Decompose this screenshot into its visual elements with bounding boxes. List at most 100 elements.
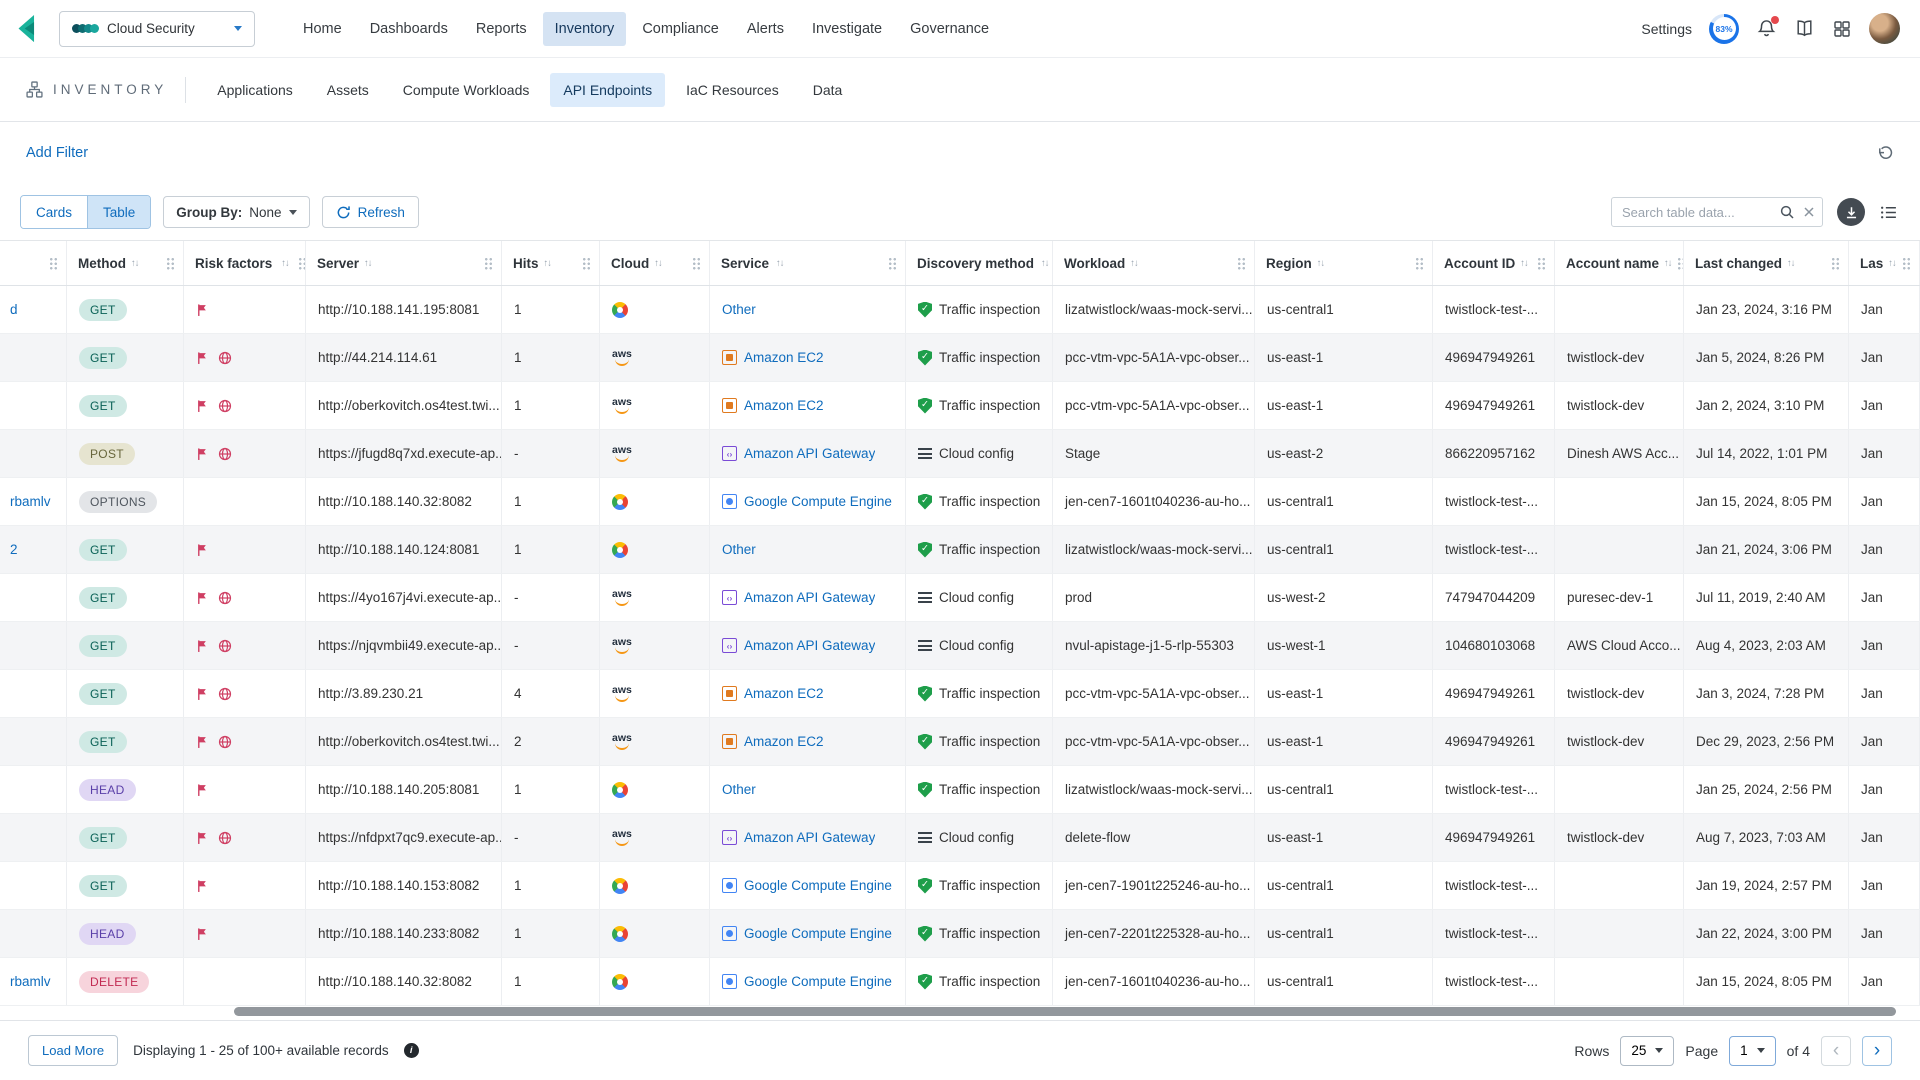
sort-icon[interactable] (1130, 258, 1138, 269)
sort-icon[interactable] (776, 258, 784, 269)
table-row[interactable]: GET (0, 670, 1920, 718)
table-row[interactable]: GET (0, 718, 1920, 766)
table-view-button[interactable]: Table (87, 196, 150, 228)
col-workload[interactable]: Workload (1053, 241, 1255, 285)
service-link[interactable]: Amazon EC2 (744, 350, 824, 365)
service-link[interactable]: Amazon API Gateway (744, 830, 875, 845)
risk-unprotected-flag-icon[interactable] (196, 879, 209, 893)
load-more-button[interactable]: Load More (28, 1035, 118, 1066)
table-row[interactable]: rbamlv DELETE (0, 958, 1920, 1006)
settings-link[interactable]: Settings (1641, 21, 1692, 37)
col-account-name[interactable]: Account name (1555, 241, 1684, 285)
nav-governance[interactable]: Governance (898, 12, 1001, 46)
table-row[interactable]: GET (0, 574, 1920, 622)
endpoint-path-link[interactable]: rbamlv (10, 974, 51, 989)
risk-unprotected-flag-icon[interactable] (196, 831, 209, 845)
risk-unprotected-flag-icon[interactable] (196, 735, 209, 749)
sort-icon[interactable] (364, 258, 372, 269)
tab-data[interactable]: Data (800, 73, 856, 107)
risk-internet-exposed-globe-icon[interactable] (218, 687, 232, 701)
service-link[interactable]: Amazon EC2 (744, 734, 824, 749)
sort-icon[interactable] (281, 258, 289, 269)
col-service[interactable]: Service (710, 241, 906, 285)
risk-unprotected-flag-icon[interactable] (196, 543, 209, 557)
refresh-button[interactable]: Refresh (322, 196, 419, 228)
tab-applications[interactable]: Applications (204, 73, 306, 107)
col-cloud[interactable]: Cloud (600, 241, 710, 285)
col-last-seen[interactable]: Las (1849, 241, 1920, 285)
drag-handle-icon[interactable] (1237, 257, 1246, 270)
risk-internet-exposed-globe-icon[interactable] (218, 351, 232, 365)
service-link[interactable]: Google Compute Engine (744, 926, 892, 941)
rows-per-page-select[interactable]: 25 (1620, 1036, 1674, 1066)
table-row[interactable]: HEAD (0, 766, 1920, 814)
table-row[interactable]: GET (0, 334, 1920, 382)
col-method[interactable]: Method (67, 241, 184, 285)
service-link[interactable]: Amazon API Gateway (744, 590, 875, 605)
risk-internet-exposed-globe-icon[interactable] (218, 639, 232, 653)
risk-unprotected-flag-icon[interactable] (196, 639, 209, 653)
drag-handle-icon[interactable] (1537, 257, 1546, 270)
risk-unprotected-flag-icon[interactable] (196, 447, 209, 461)
sort-icon[interactable] (544, 258, 552, 269)
nav-reports[interactable]: Reports (464, 12, 539, 46)
nav-investigate[interactable]: Investigate (800, 12, 894, 46)
table-row[interactable]: GET (0, 814, 1920, 862)
service-link[interactable]: Amazon API Gateway (744, 446, 875, 461)
sort-icon[interactable] (1317, 258, 1325, 269)
service-link[interactable]: Other (722, 782, 756, 797)
horizontal-scrollbar[interactable] (234, 1007, 1896, 1016)
tab-assets[interactable]: Assets (314, 73, 382, 107)
docs-book-icon[interactable] (1794, 18, 1815, 39)
column-settings-button[interactable] (1879, 203, 1898, 222)
drag-handle-icon[interactable] (298, 257, 306, 270)
nav-dashboards[interactable]: Dashboards (358, 12, 460, 46)
sort-icon[interactable] (1041, 258, 1049, 269)
table-row[interactable]: HEAD (0, 910, 1920, 958)
col-discovery-method[interactable]: Discovery method (906, 241, 1053, 285)
table-row[interactable]: GET (0, 622, 1920, 670)
risk-internet-exposed-globe-icon[interactable] (218, 591, 232, 605)
risk-internet-exposed-globe-icon[interactable] (218, 447, 232, 461)
col-last-changed[interactable]: Last changed (1684, 241, 1849, 285)
col-region[interactable]: Region (1255, 241, 1433, 285)
drag-handle-icon[interactable] (49, 257, 58, 270)
drag-handle-icon[interactable] (1902, 257, 1911, 270)
drag-handle-icon[interactable] (888, 257, 897, 270)
page-select[interactable]: 1 (1729, 1036, 1776, 1066)
nav-compliance[interactable]: Compliance (630, 12, 731, 46)
tab-api-endpoints[interactable]: API Endpoints (550, 73, 665, 107)
info-icon[interactable] (404, 1043, 419, 1058)
reset-filters-icon[interactable] (1877, 145, 1894, 162)
product-selector[interactable]: Cloud Security (59, 11, 255, 47)
risk-unprotected-flag-icon[interactable] (196, 351, 209, 365)
service-link[interactable]: Amazon EC2 (744, 686, 824, 701)
risk-unprotected-flag-icon[interactable] (196, 687, 209, 701)
endpoint-path-link[interactable]: 2 (10, 542, 18, 557)
search-icon[interactable] (1779, 204, 1795, 220)
app-logo-icon[interactable] (14, 13, 45, 44)
cards-view-button[interactable]: Cards (21, 196, 87, 228)
sort-icon[interactable] (1888, 258, 1896, 269)
col-risk-factors[interactable]: Risk factors (184, 241, 306, 285)
risk-internet-exposed-globe-icon[interactable] (218, 399, 232, 413)
sort-icon[interactable] (131, 258, 139, 269)
col-endpoint-path[interactable] (0, 241, 67, 285)
drag-handle-icon[interactable] (692, 257, 701, 270)
risk-unprotected-flag-icon[interactable] (196, 399, 209, 413)
service-link[interactable]: Google Compute Engine (744, 494, 892, 509)
drag-handle-icon[interactable] (582, 257, 591, 270)
risk-internet-exposed-globe-icon[interactable] (218, 831, 232, 845)
risk-unprotected-flag-icon[interactable] (196, 927, 209, 941)
endpoint-path-link[interactable]: rbamlv (10, 494, 51, 509)
risk-internet-exposed-globe-icon[interactable] (218, 735, 232, 749)
table-row[interactable]: rbamlv OPTIONS (0, 478, 1920, 526)
nav-alerts[interactable]: Alerts (735, 12, 796, 46)
drag-handle-icon[interactable] (166, 257, 175, 270)
risk-unprotected-flag-icon[interactable] (196, 303, 209, 317)
nav-home[interactable]: Home (291, 12, 354, 46)
service-link[interactable]: Google Compute Engine (744, 974, 892, 989)
download-button[interactable] (1837, 198, 1865, 226)
endpoint-path-link[interactable]: d (10, 302, 18, 317)
notifications-bell-icon[interactable] (1756, 18, 1777, 39)
